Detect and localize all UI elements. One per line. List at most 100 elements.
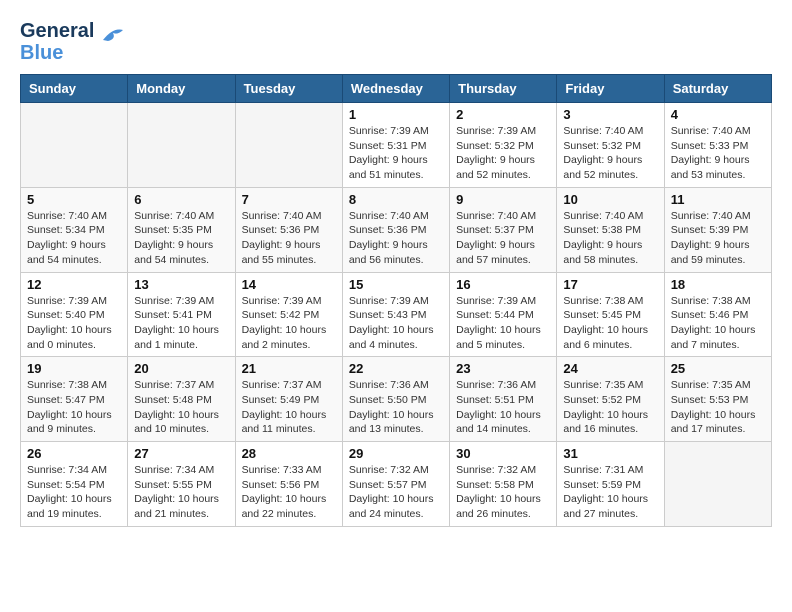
cell-day-number: 11 xyxy=(671,192,765,207)
cell-day-number: 1 xyxy=(349,107,443,122)
cell-day-number: 9 xyxy=(456,192,550,207)
logo: GeneralBlue xyxy=(20,20,128,64)
cell-day-number: 27 xyxy=(134,446,228,461)
cell-day-info: Sunrise: 7:39 AM Sunset: 5:44 PM Dayligh… xyxy=(456,294,550,353)
cell-day-info: Sunrise: 7:40 AM Sunset: 5:35 PM Dayligh… xyxy=(134,209,228,268)
weekday-header-cell: Wednesday xyxy=(342,75,449,103)
cell-day-info: Sunrise: 7:34 AM Sunset: 5:55 PM Dayligh… xyxy=(134,463,228,522)
calendar-cell: 3Sunrise: 7:40 AM Sunset: 5:32 PM Daylig… xyxy=(557,103,664,188)
cell-day-info: Sunrise: 7:40 AM Sunset: 5:34 PM Dayligh… xyxy=(27,209,121,268)
calendar-cell: 5 Sunrise: 7:40 AM Sunset: 5:34 PM Daylig… xyxy=(21,187,128,272)
cell-day-number: 19 xyxy=(27,361,121,376)
calendar-cell: 16 Sunrise: 7:39 AM Sunset: 5:44 PM Dayli… xyxy=(450,272,557,357)
cell-day-info: Sunrise: 7:40 AM Sunset: 5:39 PM Dayligh… xyxy=(671,209,765,268)
cell-day-info: Sunrise: 7:40 AM Sunset: 5:36 PM Dayligh… xyxy=(349,209,443,268)
cell-day-number: 5 xyxy=(27,192,121,207)
calendar-cell: 13 Sunrise: 7:39 AM Sunset: 5:41 PM Dayli… xyxy=(128,272,235,357)
cell-day-number: 25 xyxy=(671,361,765,376)
logo-text: GeneralBlue xyxy=(20,20,94,64)
calendar-cell: 28 Sunrise: 7:33 AM Sunset: 5:56 PM Dayli… xyxy=(235,442,342,527)
calendar-cell: 30Sunrise: 7:32 AM Sunset: 5:58 PM Dayli… xyxy=(450,442,557,527)
cell-day-info: Sunrise: 7:32 AM Sunset: 5:57 PM Dayligh… xyxy=(349,463,443,522)
calendar-cell: 29Sunrise: 7:32 AM Sunset: 5:57 PM Dayli… xyxy=(342,442,449,527)
calendar-cell: 23Sunrise: 7:36 AM Sunset: 5:51 PM Dayli… xyxy=(450,357,557,442)
cell-day-info: Sunrise: 7:39 AM Sunset: 5:32 PM Dayligh… xyxy=(456,124,550,183)
calendar-cell: 8 Sunrise: 7:40 AM Sunset: 5:36 PM Daylig… xyxy=(342,187,449,272)
page-header: GeneralBlue xyxy=(20,20,772,64)
cell-day-info: Sunrise: 7:38 AM Sunset: 5:47 PM Dayligh… xyxy=(27,378,121,437)
cell-day-info: Sunrise: 7:37 AM Sunset: 5:49 PM Dayligh… xyxy=(242,378,336,437)
cell-day-number: 20 xyxy=(134,361,228,376)
cell-day-info: Sunrise: 7:36 AM Sunset: 5:50 PM Dayligh… xyxy=(349,378,443,437)
calendar-week-row: 5 Sunrise: 7:40 AM Sunset: 5:34 PM Daylig… xyxy=(21,187,772,272)
cell-day-number: 8 xyxy=(349,192,443,207)
calendar-table: SundayMondayTuesdayWednesdayThursdayFrid… xyxy=(20,74,772,527)
calendar-cell xyxy=(664,442,771,527)
cell-day-number: 7 xyxy=(242,192,336,207)
cell-day-number: 13 xyxy=(134,277,228,292)
cell-day-info: Sunrise: 7:32 AM Sunset: 5:58 PM Dayligh… xyxy=(456,463,550,522)
weekday-header-cell: Monday xyxy=(128,75,235,103)
cell-day-info: Sunrise: 7:35 AM Sunset: 5:53 PM Dayligh… xyxy=(671,378,765,437)
calendar-cell: 10Sunrise: 7:40 AM Sunset: 5:38 PM Dayli… xyxy=(557,187,664,272)
cell-day-number: 21 xyxy=(242,361,336,376)
calendar-body: 1 Sunrise: 7:39 AM Sunset: 5:31 PM Daylig… xyxy=(21,103,772,527)
cell-day-number: 28 xyxy=(242,446,336,461)
calendar-cell: 22 Sunrise: 7:36 AM Sunset: 5:50 PM Dayli… xyxy=(342,357,449,442)
calendar-cell: 1 Sunrise: 7:39 AM Sunset: 5:31 PM Daylig… xyxy=(342,103,449,188)
cell-day-number: 6 xyxy=(134,192,228,207)
cell-day-info: Sunrise: 7:33 AM Sunset: 5:56 PM Dayligh… xyxy=(242,463,336,522)
calendar-cell: 31 Sunrise: 7:31 AM Sunset: 5:59 PM Dayli… xyxy=(557,442,664,527)
calendar-cell: 7 Sunrise: 7:40 AM Sunset: 5:36 PM Daylig… xyxy=(235,187,342,272)
calendar-cell: 11 Sunrise: 7:40 AM Sunset: 5:39 PM Dayli… xyxy=(664,187,771,272)
calendar-cell: 27 Sunrise: 7:34 AM Sunset: 5:55 PM Dayli… xyxy=(128,442,235,527)
calendar-cell xyxy=(21,103,128,188)
cell-day-info: Sunrise: 7:31 AM Sunset: 5:59 PM Dayligh… xyxy=(563,463,657,522)
calendar-cell: 21 Sunrise: 7:37 AM Sunset: 5:49 PM Dayli… xyxy=(235,357,342,442)
calendar-cell: 18 Sunrise: 7:38 AM Sunset: 5:46 PM Dayli… xyxy=(664,272,771,357)
calendar-week-row: 1 Sunrise: 7:39 AM Sunset: 5:31 PM Daylig… xyxy=(21,103,772,188)
cell-day-number: 26 xyxy=(27,446,121,461)
cell-day-number: 14 xyxy=(242,277,336,292)
calendar-cell: 2 Sunrise: 7:39 AM Sunset: 5:32 PM Daylig… xyxy=(450,103,557,188)
cell-day-info: Sunrise: 7:35 AM Sunset: 5:52 PM Dayligh… xyxy=(563,378,657,437)
cell-day-info: Sunrise: 7:40 AM Sunset: 5:32 PM Dayligh… xyxy=(563,124,657,183)
calendar-cell: 9 Sunrise: 7:40 AM Sunset: 5:37 PM Daylig… xyxy=(450,187,557,272)
calendar-cell: 20 Sunrise: 7:37 AM Sunset: 5:48 PM Dayli… xyxy=(128,357,235,442)
calendar-cell: 24 Sunrise: 7:35 AM Sunset: 5:52 PM Dayli… xyxy=(557,357,664,442)
cell-day-info: Sunrise: 7:34 AM Sunset: 5:54 PM Dayligh… xyxy=(27,463,121,522)
cell-day-info: Sunrise: 7:38 AM Sunset: 5:46 PM Dayligh… xyxy=(671,294,765,353)
calendar-cell xyxy=(235,103,342,188)
cell-day-info: Sunrise: 7:39 AM Sunset: 5:31 PM Dayligh… xyxy=(349,124,443,183)
cell-day-number: 2 xyxy=(456,107,550,122)
cell-day-number: 18 xyxy=(671,277,765,292)
calendar-cell: 19 Sunrise: 7:38 AM Sunset: 5:47 PM Dayli… xyxy=(21,357,128,442)
cell-day-info: Sunrise: 7:38 AM Sunset: 5:45 PM Dayligh… xyxy=(563,294,657,353)
calendar-week-row: 12Sunrise: 7:39 AM Sunset: 5:40 PM Dayli… xyxy=(21,272,772,357)
cell-day-info: Sunrise: 7:36 AM Sunset: 5:51 PM Dayligh… xyxy=(456,378,550,437)
weekday-header-cell: Tuesday xyxy=(235,75,342,103)
calendar-cell: 12Sunrise: 7:39 AM Sunset: 5:40 PM Dayli… xyxy=(21,272,128,357)
calendar-cell: 14 Sunrise: 7:39 AM Sunset: 5:42 PM Dayli… xyxy=(235,272,342,357)
weekday-header-cell: Thursday xyxy=(450,75,557,103)
weekday-header-row: SundayMondayTuesdayWednesdayThursdayFrid… xyxy=(21,75,772,103)
calendar-cell: 6 Sunrise: 7:40 AM Sunset: 5:35 PM Daylig… xyxy=(128,187,235,272)
weekday-header-cell: Sunday xyxy=(21,75,128,103)
cell-day-number: 22 xyxy=(349,361,443,376)
cell-day-info: Sunrise: 7:39 AM Sunset: 5:42 PM Dayligh… xyxy=(242,294,336,353)
cell-day-info: Sunrise: 7:40 AM Sunset: 5:36 PM Dayligh… xyxy=(242,209,336,268)
cell-day-info: Sunrise: 7:39 AM Sunset: 5:40 PM Dayligh… xyxy=(27,294,121,353)
cell-day-number: 16 xyxy=(456,277,550,292)
calendar-cell: 4Sunrise: 7:40 AM Sunset: 5:33 PM Daylig… xyxy=(664,103,771,188)
cell-day-info: Sunrise: 7:40 AM Sunset: 5:37 PM Dayligh… xyxy=(456,209,550,268)
calendar-cell: 25 Sunrise: 7:35 AM Sunset: 5:53 PM Dayli… xyxy=(664,357,771,442)
logo-bird-icon xyxy=(98,25,128,45)
cell-day-info: Sunrise: 7:39 AM Sunset: 5:41 PM Dayligh… xyxy=(134,294,228,353)
weekday-header-cell: Friday xyxy=(557,75,664,103)
cell-day-info: Sunrise: 7:37 AM Sunset: 5:48 PM Dayligh… xyxy=(134,378,228,437)
cell-day-number: 10 xyxy=(563,192,657,207)
calendar-cell xyxy=(128,103,235,188)
cell-day-number: 24 xyxy=(563,361,657,376)
cell-day-number: 31 xyxy=(563,446,657,461)
calendar-cell: 15Sunrise: 7:39 AM Sunset: 5:43 PM Dayli… xyxy=(342,272,449,357)
